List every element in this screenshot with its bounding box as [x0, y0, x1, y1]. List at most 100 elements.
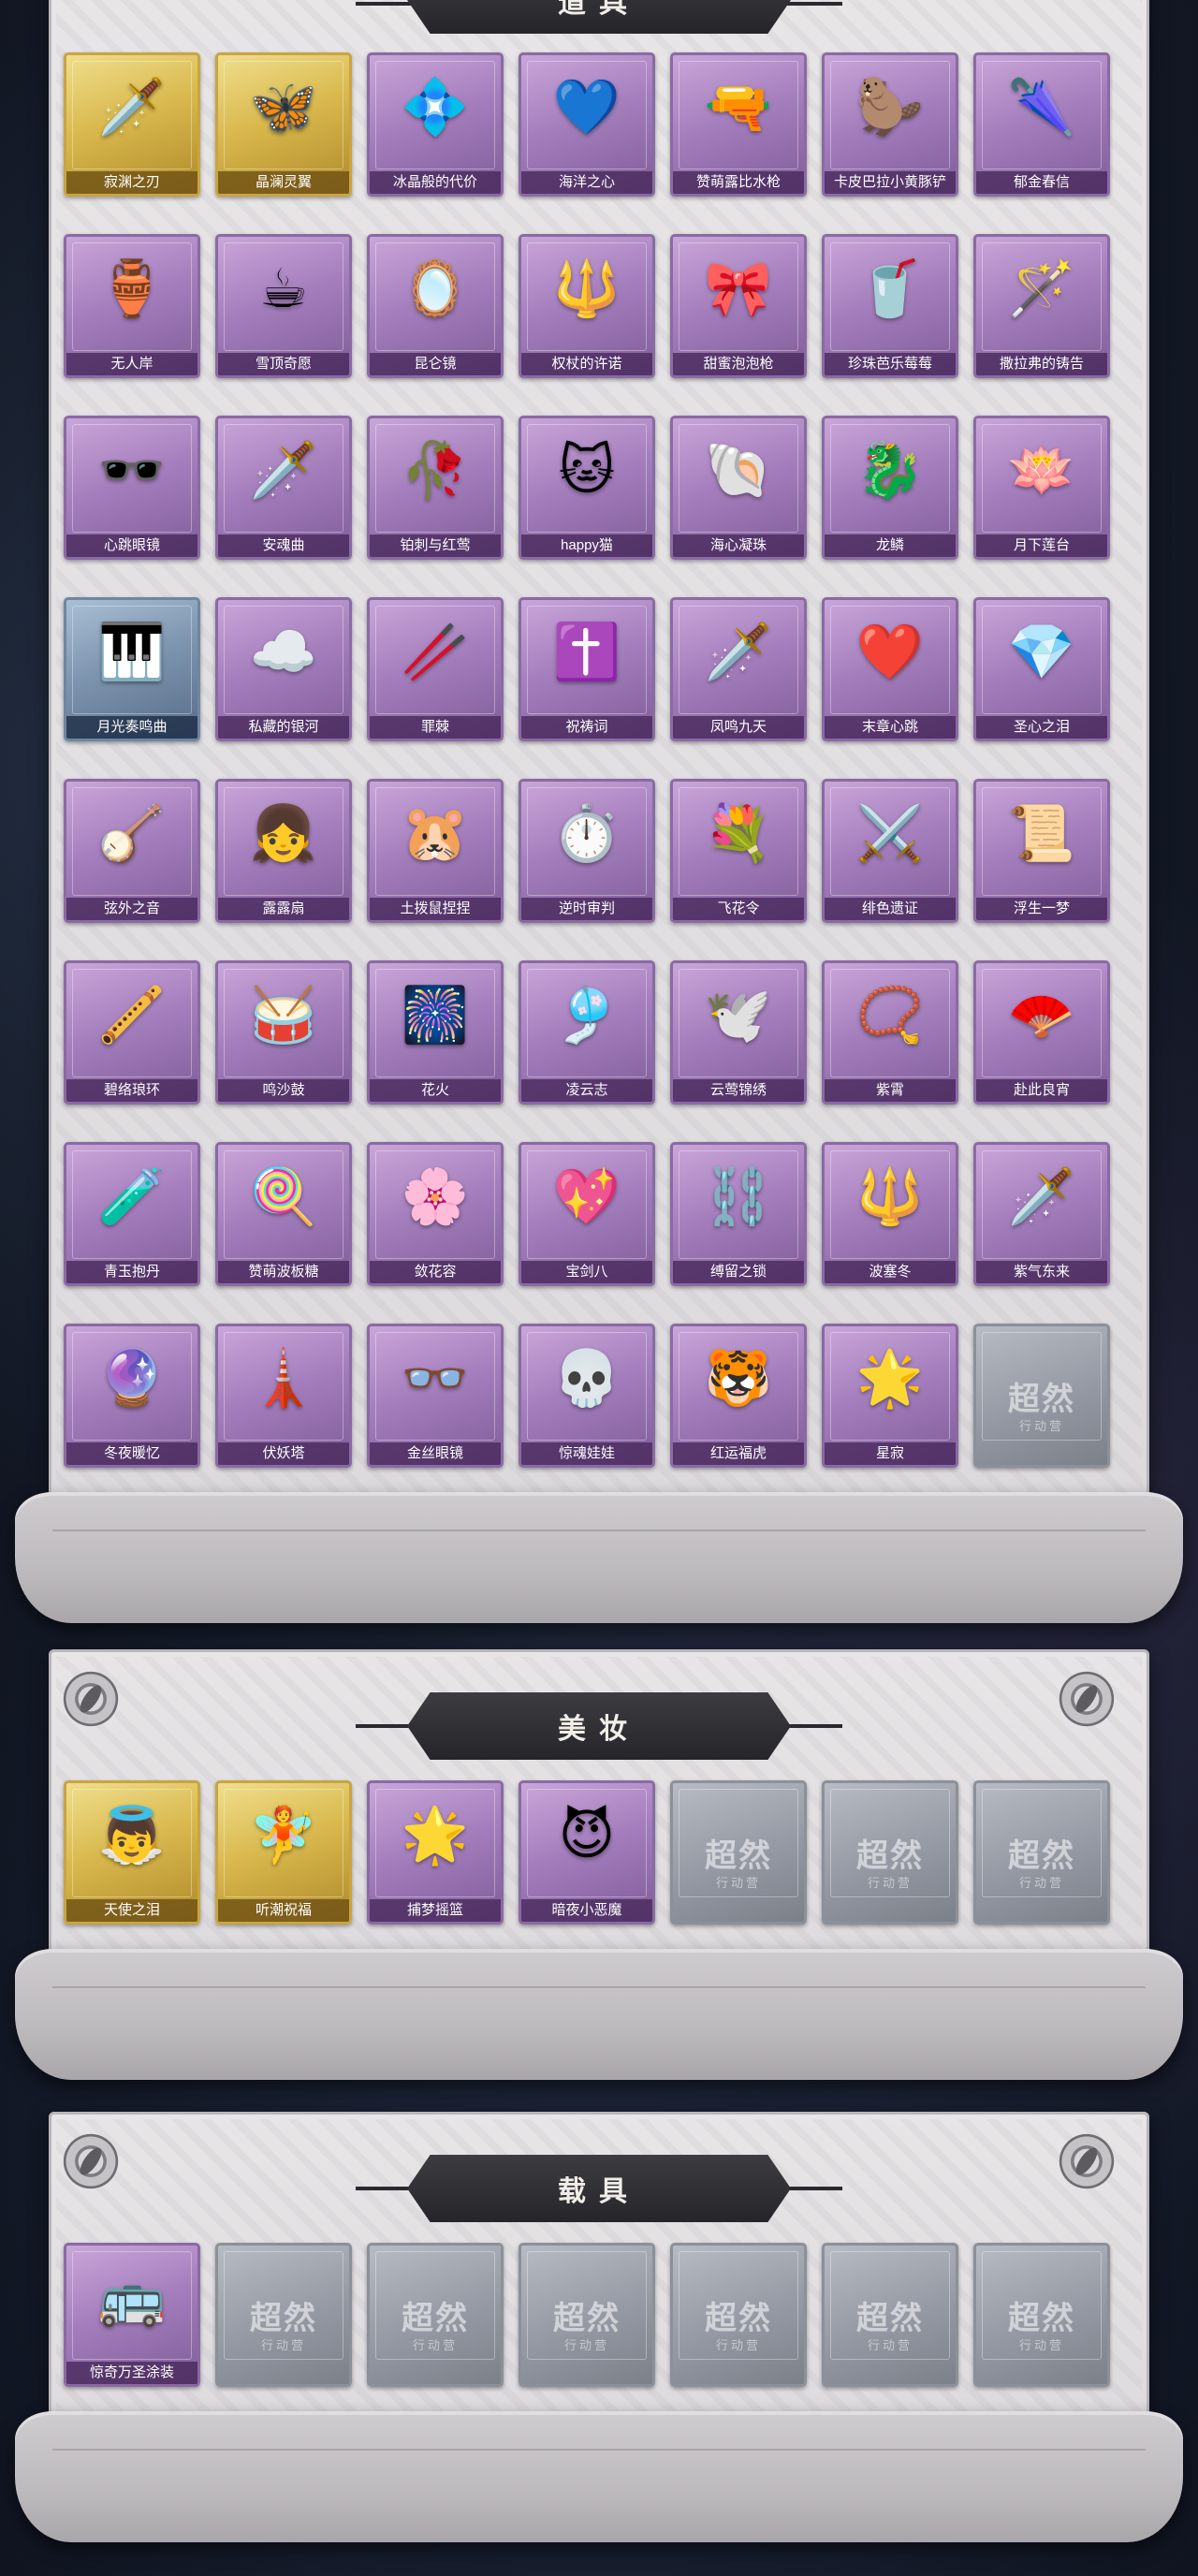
item-card[interactable]: ☁️ 私藏的银河: [215, 597, 352, 741]
item-card[interactable]: 📿 紫霄: [822, 960, 958, 1105]
item-card[interactable]: 🥁 鸣沙鼓: [215, 960, 352, 1105]
item-card[interactable]: 🪷 月下莲台: [973, 416, 1110, 560]
item-name: 安魂曲: [218, 534, 349, 557]
item-card[interactable]: 🗡️ 安魂曲: [215, 416, 352, 560]
item-card[interactable]: 🔫 赞萌露比水枪: [670, 52, 807, 197]
item-card[interactable]: 🪄 撒拉弗的铸告: [973, 234, 1110, 378]
locked-watermark-sub: 行动营: [1018, 1876, 1064, 1890]
item-card[interactable]: 🔮 冬夜暖忆: [64, 1324, 200, 1468]
item-card[interactable]: 🗡️ 凤鸣九天: [670, 597, 807, 741]
item-art-icon: 🍭: [249, 1166, 318, 1227]
makeup-section-title: 美妆: [407, 1692, 791, 1760]
item-art-icon: 🐉: [855, 440, 925, 501]
locked-watermark-sub: 行动营: [412, 2338, 458, 2352]
item-name: 紫霄: [825, 1079, 956, 1102]
item-card[interactable]: 👧 露露扇: [215, 779, 352, 923]
item-card[interactable]: 🗡️ 紫气东来: [973, 1142, 1110, 1286]
item-card[interactable]: 🎀 甜蜜泡泡枪: [670, 234, 807, 378]
locked-slot[interactable]: 超然 行动营: [215, 2243, 352, 2387]
item-card[interactable]: ☕ 雪顶奇愿: [215, 234, 352, 378]
item-card[interactable]: 🥤 珍珠芭乐莓莓: [822, 234, 958, 378]
item-card[interactable]: ⛓️ 缚留之锁: [670, 1142, 807, 1286]
item-card[interactable]: 🔱 权杖的许诺: [519, 234, 655, 378]
item-card[interactable]: 🥢 罪棘: [367, 597, 504, 741]
item-card[interactable]: 🎐 凌云志: [519, 960, 655, 1105]
item-card[interactable]: 🌸 敛花容: [367, 1142, 504, 1286]
locked-watermark-sub: 行动营: [1018, 2338, 1064, 2352]
item-card[interactable]: 🕶️ 心跳眼镜: [64, 416, 200, 560]
item-card[interactable]: 🪞 昆仑镜: [367, 234, 504, 378]
item-card[interactable]: 🐹 土拨鼠捏捏: [367, 779, 504, 923]
item-card[interactable]: 🧪 青玉抱丹: [64, 1142, 200, 1286]
item-card[interactable]: 🐚 海心凝珠: [670, 416, 807, 560]
item-name: 罪棘: [370, 716, 501, 739]
item-card[interactable]: 💠 冰晶般的代价: [367, 52, 504, 197]
item-card[interactable]: 🪈 碧络琅环: [64, 960, 200, 1105]
item-card[interactable]: 🌟 捕梦摇篮: [367, 1780, 504, 1925]
item-card[interactable]: 🦋 晶澜灵翼: [215, 52, 352, 197]
item-card[interactable]: 💀 惊魂娃娃: [519, 1324, 655, 1468]
item-art-icon: ⛓️: [704, 1166, 773, 1227]
item-card[interactable]: 🌟 星寂: [822, 1324, 958, 1468]
item-card[interactable]: ⏱️ 逆时审判: [519, 779, 655, 923]
locked-slot[interactable]: 超然 行动营: [822, 1780, 958, 1925]
props-section-title: 道具: [407, 0, 791, 34]
item-name: 赴此良宵: [976, 1079, 1107, 1102]
item-card[interactable]: 🪕 弦外之音: [64, 779, 200, 923]
item-art-icon: 🪈: [97, 985, 167, 1046]
item-card[interactable]: 🌂 郁金春信: [973, 52, 1110, 197]
locked-slot[interactable]: 超然 行动营: [670, 2243, 807, 2387]
item-card[interactable]: 🗡️ 寂渊之刃: [64, 52, 200, 197]
locked-watermark: 超然: [856, 1837, 924, 1875]
item-card[interactable]: 🐉 龙鳞: [822, 416, 958, 560]
item-card[interactable]: 🦫 卡皮巴拉小黄豚铲: [822, 52, 958, 197]
item-card[interactable]: 🎆 花火: [367, 960, 504, 1105]
item-art-icon: 🎹: [97, 622, 167, 682]
item-art-icon: 🪷: [1007, 440, 1076, 501]
item-card[interactable]: ✝️ 祝祷词: [519, 597, 655, 741]
locked-slot[interactable]: 超然 行动营: [973, 1780, 1110, 1925]
item-card[interactable]: 🪭 赴此良宵: [973, 960, 1110, 1105]
item-card[interactable]: 🔱 波塞冬: [822, 1142, 958, 1286]
locked-watermark-sub: 行动营: [260, 2338, 306, 2352]
item-name: 圣心之泪: [976, 716, 1107, 739]
item-card[interactable]: 🏺 无人岸: [64, 234, 200, 378]
item-card[interactable]: 👓 金丝眼镜: [367, 1324, 504, 1468]
locked-slot[interactable]: 超然 行动营: [519, 2243, 655, 2387]
item-name: happy猫: [521, 534, 652, 557]
locked-slot[interactable]: 超然 行动营: [973, 2243, 1110, 2387]
locked-slot[interactable]: 超然 行动营: [367, 2243, 504, 2387]
item-card[interactable]: 📜 浮生一梦: [973, 779, 1110, 923]
item-art-icon: 🔫: [704, 77, 773, 138]
item-art-icon: ❤️: [855, 622, 925, 682]
item-card[interactable]: 🍭 赞萌波板糖: [215, 1142, 352, 1286]
item-card[interactable]: 💎 圣心之泪: [973, 597, 1110, 741]
item-card[interactable]: 🚌 惊奇万圣涂装: [64, 2243, 200, 2387]
item-card[interactable]: 🎹 月光奏鸣曲: [64, 597, 200, 741]
item-art-icon: 🌂: [1007, 77, 1076, 138]
item-card[interactable]: 💐 飞花令: [670, 779, 807, 923]
item-card[interactable]: 💖 宝剑八: [519, 1142, 655, 1286]
item-name: 波塞冬: [825, 1261, 956, 1283]
item-art-icon: 💐: [704, 803, 773, 864]
item-card[interactable]: 🕊️ 云莺锦绣: [670, 960, 807, 1105]
locked-slot[interactable]: 超然 行动营: [670, 1780, 807, 1925]
locked-slot[interactable]: 超然 行动营: [973, 1324, 1110, 1468]
item-card[interactable]: 🗼 伏妖塔: [215, 1324, 352, 1468]
locked-slot[interactable]: 超然 行动营: [822, 2243, 958, 2387]
item-art-icon: 🐹: [401, 803, 470, 864]
item-card[interactable]: ⚔️ 绯色遗证: [822, 779, 958, 923]
item-art-icon: 🥀: [401, 440, 470, 501]
item-card[interactable]: 🧚 听潮祝福: [215, 1780, 352, 1925]
item-card[interactable]: 🐱 happy猫: [519, 416, 655, 560]
item-card[interactable]: 🥀 铂刺与红莺: [367, 416, 504, 560]
item-card[interactable]: 💙 海洋之心: [519, 52, 655, 197]
item-name: 撒拉弗的铸告: [976, 353, 1107, 375]
item-card[interactable]: 😈 暗夜小恶魔: [519, 1780, 655, 1925]
item-name: 紫气东来: [976, 1261, 1107, 1283]
item-card[interactable]: ❤️ 末章心跳: [822, 597, 958, 741]
item-card[interactable]: 🐯 红运福虎: [670, 1324, 807, 1468]
locked-watermark: 超然: [856, 2300, 924, 2337]
item-name: 甜蜜泡泡枪: [673, 353, 804, 375]
item-card[interactable]: 👼 天使之泪: [64, 1780, 200, 1925]
